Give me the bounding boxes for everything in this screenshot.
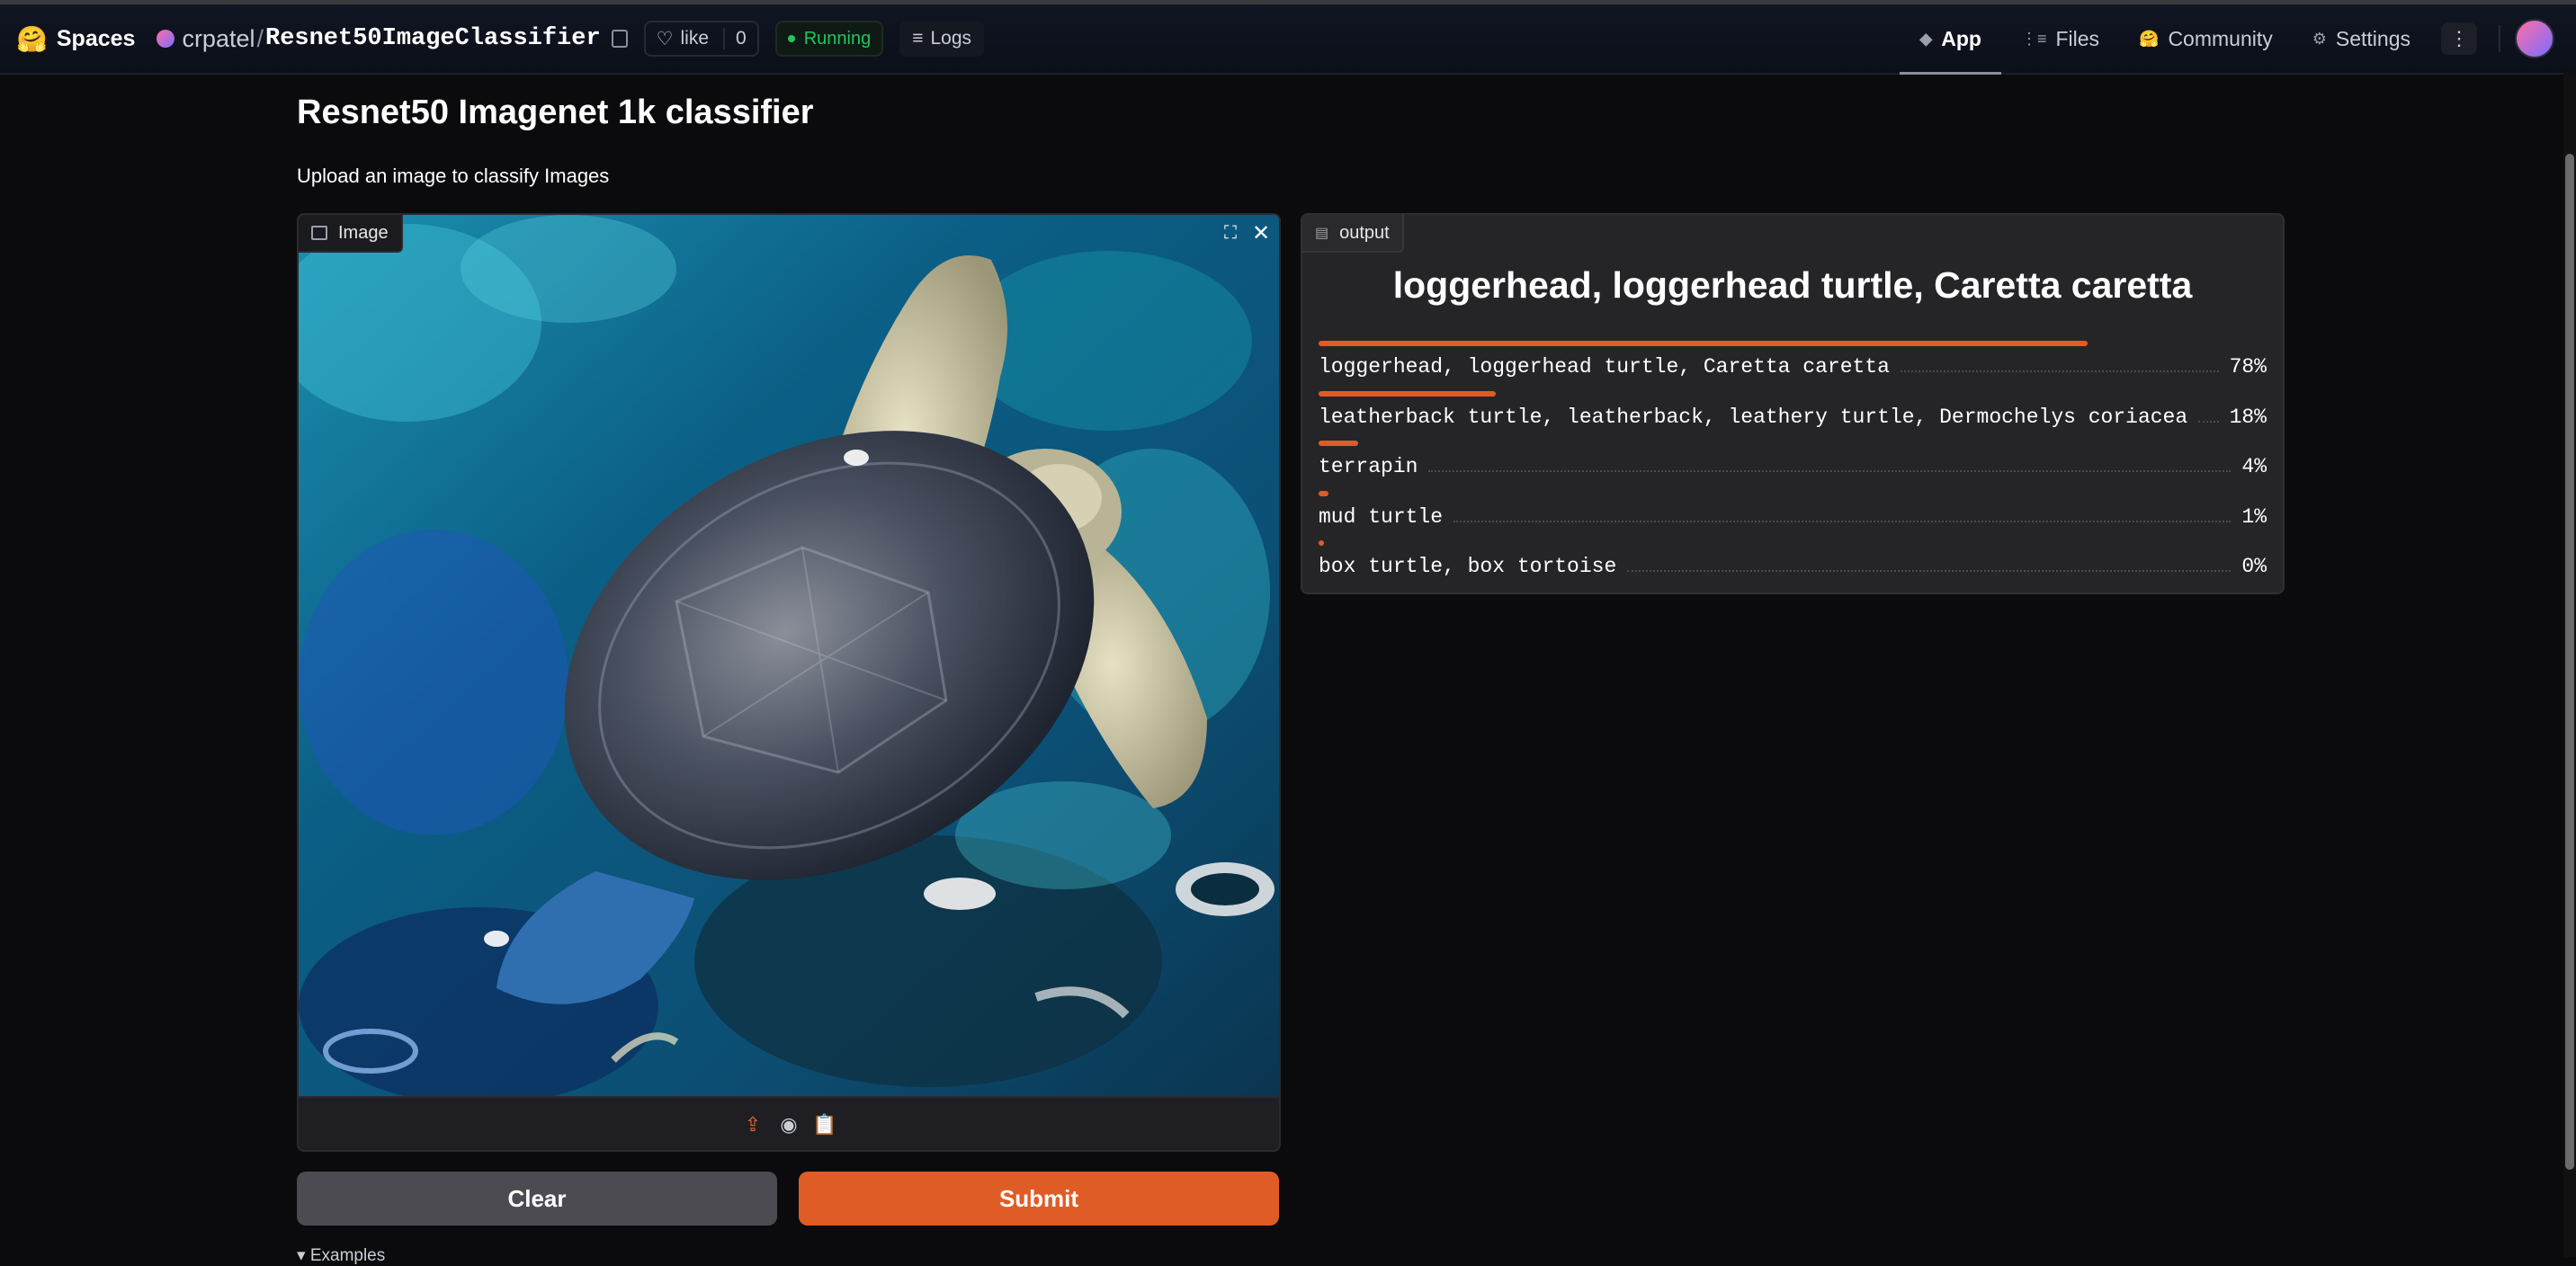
hugging-face-logo-icon[interactable]: 🤗	[16, 24, 48, 54]
confidence-percent: 0%	[2241, 555, 2267, 578]
image-label-text: Image	[338, 222, 389, 243]
dotted-leader	[1428, 458, 2232, 472]
logs-label: Logs	[930, 28, 972, 49]
top-prediction: loggerhead, loggerhead turtle, Caretta c…	[1392, 264, 2193, 306]
scrollbar-thumb[interactable]	[2565, 154, 2574, 1170]
running-dot-icon	[787, 35, 795, 42]
webcam-button[interactable]: ◉	[775, 1111, 802, 1138]
confidence-row[interactable]: box turtle, box tortoise 0%	[1319, 540, 2267, 589]
confidence-percent: 18%	[2229, 406, 2267, 429]
community-icon: 🤗	[2139, 29, 2160, 48]
confidence-label: mud turtle	[1319, 505, 1444, 529]
triangle-down-icon: ▾	[297, 1246, 310, 1265]
output-block-label: ▤ output	[1302, 215, 1404, 253]
tab-app-label: App	[1941, 26, 1981, 50]
top-navbar: 🤗 Spaces crpatel / Resnet50ImageClassifi…	[0, 4, 2576, 75]
close-image-button[interactable]: ✕	[1247, 218, 1275, 247]
output-panel: ▤ output loggerhead, loggerhead turtle, …	[1301, 213, 2285, 594]
image-input-panel: Image ⛶ ✕ ⇪ ◉ 📋	[297, 213, 1281, 1152]
confidence-row[interactable]: leatherback turtle, leatherback, leather…	[1319, 391, 2267, 440]
nav-divider	[2499, 25, 2500, 52]
confidence-label: terrapin	[1319, 455, 1418, 478]
confidence-label: leatherback turtle, leatherback, leather…	[1319, 406, 2188, 429]
confidence-percent: 1%	[2241, 505, 2267, 529]
fullscreen-icon: ⛶	[1224, 222, 1237, 243]
confidence-percent: 78%	[2229, 355, 2267, 379]
spaces-link[interactable]: Spaces	[57, 26, 136, 52]
repo-name-link[interactable]: Resnet50ImageClassifier	[265, 25, 601, 52]
turtle-photo	[299, 215, 1279, 1096]
page-description: Upload an image to classify Images	[297, 165, 610, 187]
heart-icon: ♡	[656, 28, 674, 49]
confidence-row[interactable]: terrapin 4%	[1319, 441, 2267, 489]
clipboard-button[interactable]: 📋	[811, 1111, 838, 1138]
like-count: 0	[723, 28, 747, 49]
tab-files[interactable]: ⋮≡ Files	[2001, 4, 2119, 73]
tab-files-label: Files	[2055, 26, 2100, 50]
clipboard-icon: 📋	[812, 1113, 837, 1136]
upload-icon: ⇪	[744, 1113, 762, 1136]
logs-icon: ≡	[912, 28, 924, 49]
confidence-label: loggerhead, loggerhead turtle, Caretta c…	[1319, 355, 1890, 379]
owner-avatar	[157, 30, 175, 48]
user-avatar[interactable]	[2515, 19, 2554, 58]
kebab-menu-icon: ⋮	[2449, 27, 2469, 49]
status-text: Running	[803, 28, 872, 49]
image-source-toolbar: ⇪ ◉ 📋	[299, 1096, 1279, 1150]
tab-settings[interactable]: ⚙ Settings	[2293, 4, 2430, 73]
like-label: like	[680, 28, 710, 49]
examples-label: Examples	[309, 1246, 386, 1265]
like-button[interactable]: ♡ like 0	[643, 21, 759, 57]
output-label-text: output	[1339, 222, 1390, 243]
more-options-button[interactable]: ⋮	[2441, 22, 2477, 55]
owner-link[interactable]: crpatel	[182, 25, 255, 53]
files-icon: ⋮≡	[2020, 29, 2047, 48]
confidence-bar	[1319, 540, 1324, 546]
close-icon: ✕	[1251, 220, 1271, 245]
uploaded-image[interactable]: Image ⛶ ✕	[299, 215, 1279, 1096]
logs-button[interactable]: ≡ Logs	[899, 21, 985, 57]
status-badge[interactable]: Running	[774, 21, 884, 57]
output-label-icon: ▤	[1315, 226, 1329, 241]
cube-icon: ◆	[1919, 29, 1933, 48]
confidence-bar	[1319, 491, 1328, 496]
confidence-percent: 4%	[2241, 455, 2267, 478]
tab-community-label: Community	[2168, 26, 2273, 50]
tab-app[interactable]: ◆ App	[1900, 4, 2001, 75]
path-separator: /	[256, 24, 264, 52]
gear-icon: ⚙	[2312, 29, 2327, 48]
confidence-label: box turtle, box tortoise	[1319, 555, 1617, 578]
tab-settings-label: Settings	[2335, 26, 2411, 50]
examples-toggle[interactable]: ▾ Examples	[297, 1245, 385, 1266]
page-title: Resnet50 Imagenet 1k classifier	[297, 94, 814, 131]
confidence-row[interactable]: loggerhead, loggerhead turtle, Caretta c…	[1319, 341, 2267, 389]
tab-community[interactable]: 🤗 Community	[2119, 4, 2293, 73]
confidence-bar	[1319, 391, 1497, 397]
confidence-bar	[1319, 441, 1358, 446]
clear-button[interactable]: Clear	[297, 1172, 777, 1226]
nav-left: 🤗 Spaces crpatel / Resnet50ImageClassifi…	[16, 4, 985, 73]
confidence-row[interactable]: mud turtle 1%	[1319, 491, 2267, 539]
page-scrollbar[interactable]	[2563, 73, 2576, 1257]
dotted-leader	[1900, 358, 2219, 372]
webcam-icon: ◉	[780, 1113, 798, 1136]
submit-button[interactable]: Submit	[799, 1172, 1279, 1226]
copy-icon[interactable]	[611, 30, 628, 48]
upload-button[interactable]: ⇪	[739, 1111, 766, 1138]
fullscreen-button[interactable]: ⛶	[1216, 218, 1245, 247]
dotted-leader	[1453, 508, 2232, 522]
nav-right: ◆ App ⋮≡ Files 🤗 Community ⚙ Settings ⋮	[1900, 4, 2576, 75]
image-icon	[311, 226, 327, 240]
image-block-label: Image	[299, 215, 403, 253]
dotted-leader	[1627, 557, 2232, 572]
confidence-bar	[1319, 341, 2088, 346]
dotted-leader	[2198, 408, 2219, 423]
